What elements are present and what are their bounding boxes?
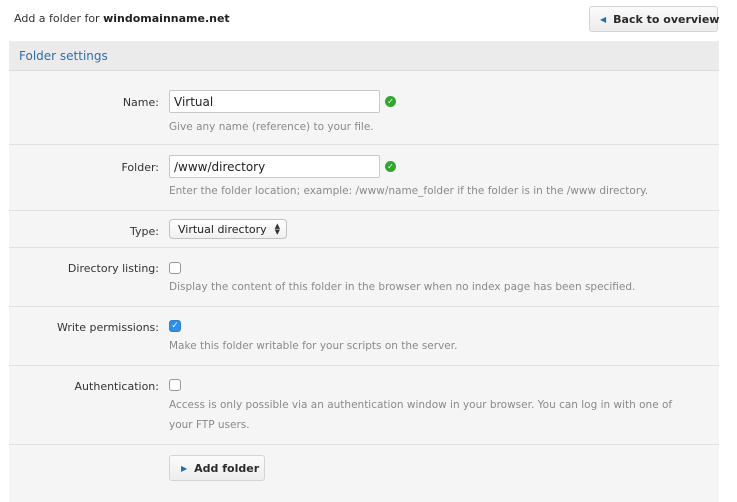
name-row: Name: ✓ Give any name (reference) to you…	[9, 71, 719, 145]
type-select[interactable]: Virtual directory ▲ ▼	[169, 219, 288, 239]
page-title-domain: windomainname.net	[103, 12, 230, 25]
authentication-checkbox[interactable]	[169, 379, 181, 391]
write-permissions-checkbox[interactable]: ✓	[169, 320, 181, 332]
updown-arrows-icon: ▲ ▼	[274, 222, 281, 236]
authentication-row: Authentication: Access is only possible …	[9, 366, 719, 445]
folder-label: Folder:	[121, 161, 159, 174]
back-button-label: Back to overview	[613, 12, 720, 26]
folder-row: Folder: ✓ Enter the folder location; exa…	[9, 145, 719, 211]
add-folder-label: Add folder	[194, 461, 260, 475]
check-circle-icon: ✓	[385, 96, 396, 107]
folder-help: Enter the folder location; example: /www…	[169, 185, 649, 197]
type-row: Type: Virtual directory ▲ ▼	[9, 211, 719, 248]
directory-listing-label: Directory listing:	[67, 262, 159, 275]
folder-input[interactable]	[169, 155, 380, 178]
authentication-label: Authentication:	[74, 380, 159, 393]
page-title-prefix: Add a folder for	[14, 12, 100, 25]
directory-listing-row: Directory listing: Display the content o…	[9, 248, 719, 307]
triangle-right-icon: ▶	[181, 463, 188, 473]
name-label: Name:	[122, 96, 159, 109]
add-folder-button[interactable]: ▶ Add folder	[169, 455, 265, 481]
authentication-help: Access is only possible via an authentic…	[169, 399, 673, 431]
write-permissions-help: Make this folder writable for your scrip…	[169, 340, 458, 352]
back-to-overview-button[interactable]: ◀ Back to overview	[589, 6, 720, 32]
name-help: Give any name (reference) to your file.	[169, 121, 374, 133]
type-label: Type:	[130, 225, 159, 238]
name-input[interactable]	[169, 90, 380, 113]
panel-header: Folder settings	[9, 41, 719, 71]
folder-settings-panel: Folder settings Name: ✓ Give any name (r…	[9, 41, 719, 502]
type-select-value: Virtual directory	[178, 222, 267, 236]
triangle-left-icon: ◀	[600, 14, 607, 24]
page-title: Add a folder for windomainname.net	[14, 12, 230, 25]
panel-title: Folder settings	[19, 49, 108, 63]
write-permissions-label: Write permissions:	[56, 321, 159, 334]
check-circle-icon: ✓	[385, 161, 396, 172]
directory-listing-help: Display the content of this folder in th…	[169, 281, 636, 293]
write-permissions-row: Write permissions: ✓ Make this folder wr…	[9, 307, 719, 366]
top-bar: Add a folder for windomainname.net ◀ Bac…	[0, 0, 737, 40]
directory-listing-checkbox[interactable]	[169, 262, 181, 274]
